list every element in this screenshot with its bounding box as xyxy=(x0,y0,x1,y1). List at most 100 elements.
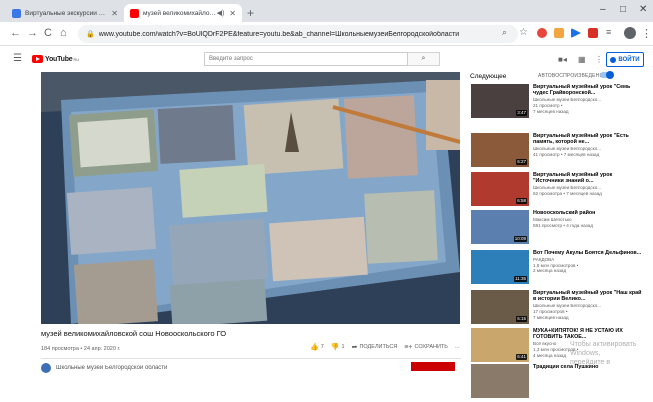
recommended-video[interactable]: 6:15 Виртуальный музейный урок "Наш край … xyxy=(471,290,651,328)
close-tab-icon[interactable]: ✕ xyxy=(229,9,236,18)
recommended-video[interactable]: 10:09 Новооскольский район Максим Шепотько… xyxy=(471,210,651,248)
save-button[interactable]: ≡+ СОХРАНИТЬ xyxy=(404,344,448,351)
youtube-logo[interactable]: YouTube RU xyxy=(32,55,79,63)
video-title[interactable]: Виртуальный музейный урок "Есть память, … xyxy=(533,133,643,145)
back-arrow-icon[interactable]: ← xyxy=(10,27,21,39)
settings-kebab-icon[interactable]: ⋮ xyxy=(595,55,603,64)
video-duration: 6:41 xyxy=(516,354,527,360)
sign-in-label: ВОЙТИ xyxy=(618,56,640,63)
browser-toolbar: ← → C ⌂ 🔒 www.youtube.com/watch?v=BoUlQD… xyxy=(0,22,653,46)
recommended-video[interactable]: Традиции села Пушкино xyxy=(471,364,651,402)
search-button[interactable]: ⌕ xyxy=(408,52,440,66)
channel-avatar[interactable] xyxy=(41,363,51,373)
reload-icon[interactable]: C xyxy=(44,27,52,39)
video-player[interactable] xyxy=(41,72,460,324)
sign-in-button[interactable]: ВОЙТИ xyxy=(606,52,644,67)
video-thumbnail[interactable]: 6:41 xyxy=(471,328,529,362)
upload-age: 7 месяцев назад xyxy=(533,314,569,320)
menu-kebab-icon[interactable]: ⋮ xyxy=(641,27,652,40)
tab-title: Виртуальные экскурсии по муз xyxy=(25,9,108,17)
video-thumbnail[interactable]: 6:27 xyxy=(471,133,529,167)
subscribe-button[interactable] xyxy=(411,362,455,371)
photo-bottom-left xyxy=(73,259,158,324)
share-button[interactable]: ➦ ПОДЕЛИТЬСЯ xyxy=(352,343,398,351)
view-count: 591 просмотр • 4 года назад xyxy=(533,222,594,228)
dislike-button[interactable]: 👎 1 xyxy=(331,343,345,351)
like-button[interactable]: 👍 7 xyxy=(310,343,324,351)
autoplay-label: АВТОВОСПРОИЗВЕДЕНИЕ xyxy=(538,73,607,79)
hamburger-menu-icon[interactable]: ☰ xyxy=(13,53,22,64)
opera-extension-icon[interactable] xyxy=(537,28,547,38)
video-title[interactable]: Виртуальный музейный урок "Источники зна… xyxy=(533,172,643,184)
dislike-count: 1 xyxy=(341,344,345,350)
recommended-video[interactable]: 6:27 Виртуальный музейный урок "Есть памя… xyxy=(471,133,651,171)
home-icon[interactable]: ⌂ xyxy=(60,27,67,39)
audio-playing-icon[interactable]: ◀) xyxy=(217,9,225,17)
close-tab-icon[interactable]: ✕ xyxy=(111,9,118,18)
create-video-icon[interactable]: ■◂ xyxy=(558,55,567,64)
video-title[interactable]: Виртуальный музейный урок "Семь чудес Гр… xyxy=(533,84,643,96)
video-title[interactable]: Вот Почему Акулы Боятся Дельфинов... xyxy=(533,250,643,256)
search-input[interactable]: Введите запрос xyxy=(204,52,408,66)
video-info: Виртуальный музейный урок "Семь чудес Гр… xyxy=(533,84,643,114)
maximize-button[interactable]: □ xyxy=(620,4,626,15)
thumbs-down-icon: 👎 xyxy=(330,344,340,351)
browser-tab-youtube[interactable]: музей великомихайловско ◀) ✕ xyxy=(124,4,242,22)
zoom-search-icon[interactable]: ⌕ xyxy=(502,27,507,38)
youtube-play-icon xyxy=(32,55,43,63)
new-tab-button[interactable]: + xyxy=(247,6,254,20)
video-thumbnail[interactable]: 6:58 xyxy=(471,172,529,206)
puzzle-extensions-icon[interactable]: ≡ xyxy=(606,27,611,37)
like-count: 7 xyxy=(320,344,324,350)
playlist-add-icon: ≡+ xyxy=(404,343,413,351)
recommended-video[interactable]: 3:47 Виртуальный музейный урок "Семь чуде… xyxy=(471,84,651,122)
upload-age: 2 месяца назад xyxy=(533,268,567,274)
autoplay-toggle[interactable] xyxy=(600,71,614,79)
video-duration: 6:15 xyxy=(516,316,527,322)
photo-class xyxy=(269,216,368,282)
video-thumbnail[interactable]: 10:09 xyxy=(471,210,529,244)
photo-bottom xyxy=(169,278,268,324)
upload-age: 7 месяцев назад xyxy=(533,108,569,114)
forward-arrow-icon[interactable]: → xyxy=(27,27,38,39)
video-duration: 3:47 xyxy=(516,110,527,116)
recommended-video[interactable]: 6:58 Виртуальный музейный урок "Источники… xyxy=(471,172,651,210)
photo-ceremony xyxy=(66,187,156,255)
profile-avatar-icon[interactable] xyxy=(624,27,636,39)
more-actions-button[interactable]: ... xyxy=(455,344,460,350)
youtube-header: ☰ YouTube RU Введите запрос ⌕ ■◂ ▦ ⋮ ВОЙ… xyxy=(0,47,653,71)
bookmark-star-icon[interactable]: ☆ xyxy=(519,27,528,38)
share-label: ПОДЕЛИТЬСЯ xyxy=(359,344,398,350)
video-title[interactable]: Виртуальный музейный урок "Наш край в ис… xyxy=(533,290,643,302)
account-icon xyxy=(610,56,617,63)
extension-icon[interactable] xyxy=(588,28,598,38)
video-title[interactable]: Новооскольский район xyxy=(533,210,643,216)
apps-grid-icon[interactable]: ▦ xyxy=(578,55,586,64)
video-thumbnail[interactable] xyxy=(471,364,529,398)
video-info: Виртуальный музейный урок "Источники зна… xyxy=(533,172,643,197)
save-label: СОХРАНИТЬ xyxy=(414,344,448,350)
video-duration: 6:58 xyxy=(516,198,527,204)
view-count: 62 просмотра • 7 месяцев назад xyxy=(533,191,602,196)
play-extension-icon[interactable] xyxy=(571,28,581,38)
video-info: Виртуальный музейный урок "Наш край в ис… xyxy=(533,290,643,320)
minimize-button[interactable]: – xyxy=(600,4,606,15)
channel-name[interactable]: Школьные музеи Белгородской области xyxy=(56,365,196,371)
thumbs-up-icon: 👍 xyxy=(310,344,319,351)
youtube-favicon-icon xyxy=(130,8,139,18)
video-thumbnail[interactable]: 6:15 xyxy=(471,290,529,324)
url-text: www.youtube.com/watch?v=BoUlQDrF2PE&feat… xyxy=(98,30,460,38)
extension-icon[interactable] xyxy=(554,28,564,38)
browser-tab-excursions[interactable]: Виртуальные экскурсии по муз ✕ xyxy=(6,4,124,22)
recommended-video[interactable]: 11:35 Вот Почему Акулы Боятся Дельфинов..… xyxy=(471,250,651,288)
video-thumbnail[interactable]: 3:47 xyxy=(471,84,529,118)
photo-winter xyxy=(364,190,438,264)
video-duration: 6:27 xyxy=(516,159,527,165)
close-window-button[interactable]: ✕ xyxy=(639,4,647,15)
address-bar[interactable]: 🔒 www.youtube.com/watch?v=BoUlQDrF2PE&fe… xyxy=(78,25,518,43)
video-thumbnail[interactable]: 11:35 xyxy=(471,250,529,284)
photo-soldiers xyxy=(179,163,268,218)
youtube-wordmark: YouTube xyxy=(45,55,73,63)
up-next-heading: Следующее xyxy=(470,73,507,80)
video-title[interactable]: МУКА+КИПЯТОК! Я НЕ УСТАЮ ИХ ГОТОВИТЬ ТАК… xyxy=(533,328,643,340)
